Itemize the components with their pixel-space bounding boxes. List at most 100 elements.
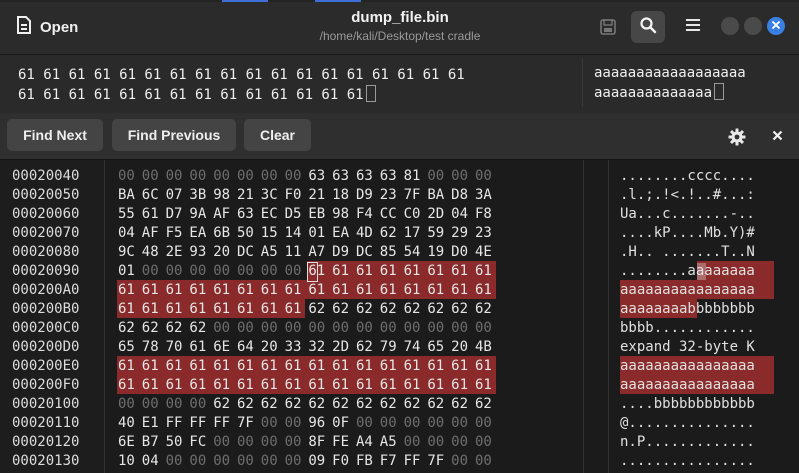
- hex-byte[interactable]: 00: [475, 452, 499, 471]
- hex-byte[interactable]: 62: [285, 395, 309, 414]
- hex-byte[interactable]: 62: [427, 395, 451, 414]
- ascii-row[interactable]: aaaaaaaabbbbbbbb: [620, 300, 755, 319]
- hex-byte[interactable]: 00: [285, 452, 309, 471]
- hex-byte[interactable]: 00: [166, 395, 190, 414]
- hex-byte[interactable]: 6B: [213, 224, 237, 243]
- hex-byte[interactable]: 00: [237, 262, 261, 281]
- hex-byte[interactable]: 61: [142, 357, 166, 376]
- hex-byte[interactable]: 61: [189, 357, 213, 376]
- hex-byte[interactable]: 61: [189, 338, 213, 357]
- hex-byte[interactable]: 6C: [142, 186, 166, 205]
- hex-byte[interactable]: 00: [475, 414, 499, 433]
- hex-byte[interactable]: 00: [261, 319, 285, 338]
- hex-byte[interactable]: F0: [285, 186, 309, 205]
- hex-byte[interactable]: 61: [142, 281, 166, 300]
- hex-byte[interactable]: A5: [261, 243, 285, 262]
- hex-byte[interactable]: 00: [118, 395, 142, 414]
- ascii-row[interactable]: .H.. .......T..N: [620, 243, 755, 262]
- hex-byte[interactable]: 00: [285, 167, 309, 186]
- hex-byte[interactable]: 61: [237, 376, 261, 395]
- hex-byte[interactable]: 61: [451, 357, 475, 376]
- hex-byte[interactable]: 19: [427, 243, 451, 262]
- hex-byte[interactable]: 00: [213, 433, 237, 452]
- hex-byte[interactable]: 61: [142, 376, 166, 395]
- hex-byte[interactable]: 62: [213, 395, 237, 414]
- hex-byte[interactable]: F8: [475, 205, 499, 224]
- hex-byte[interactable]: 61: [356, 357, 380, 376]
- hex-bytes-row[interactable]: 9C 48 2E 93 20 DC A5 11 A7 D9 DC 85 54 19 D0 4E: [118, 243, 499, 262]
- hex-byte[interactable]: 50: [237, 224, 261, 243]
- hex-byte[interactable]: FF: [404, 452, 428, 471]
- hex-byte[interactable]: 61: [189, 376, 213, 395]
- hex-byte[interactable]: BA: [118, 186, 142, 205]
- hex-byte[interactable]: 20: [261, 338, 285, 357]
- hex-byte[interactable]: 61: [189, 300, 213, 319]
- hex-bytes-row[interactable]: 61 61 61 61 61 61 61 61 61 61 61 61 61 61 61 61: [118, 357, 499, 376]
- hex-byte[interactable]: 04: [118, 224, 142, 243]
- hex-byte[interactable]: D9: [332, 243, 356, 262]
- hex-byte[interactable]: 70: [166, 338, 190, 357]
- hex-byte[interactable]: 62: [237, 395, 261, 414]
- hex-byte[interactable]: 62: [142, 319, 166, 338]
- hex-byte[interactable]: FF: [213, 414, 237, 433]
- hex-byte[interactable]: F5: [166, 224, 190, 243]
- hex-byte[interactable]: C0: [404, 205, 428, 224]
- hex-byte[interactable]: 61: [380, 357, 404, 376]
- hex-byte[interactable]: 14: [285, 224, 309, 243]
- hex-byte[interactable]: F7: [380, 452, 404, 471]
- hex-byte[interactable]: 21: [237, 186, 261, 205]
- hex-byte[interactable]: A4: [356, 433, 380, 452]
- hex-byte[interactable]: 61: [356, 262, 380, 281]
- hex-byte[interactable]: 79: [380, 338, 404, 357]
- hex-byte[interactable]: 96: [308, 414, 332, 433]
- hex-byte[interactable]: 00: [213, 262, 237, 281]
- hex-byte[interactable]: 00: [213, 319, 237, 338]
- hex-byte[interactable]: 00: [404, 319, 428, 338]
- hex-byte[interactable]: 00: [166, 452, 190, 471]
- hex-byte[interactable]: 61: [261, 357, 285, 376]
- hex-byte[interactable]: 61: [332, 376, 356, 395]
- hex-byte[interactable]: 61: [261, 300, 285, 319]
- hex-byte[interactable]: 4B: [475, 338, 499, 357]
- hex-byte[interactable]: 00: [118, 167, 142, 186]
- hex-bytes-row[interactable]: 61 61 61 61 61 61 61 61 61 61 61 61 61 61 61 61: [118, 376, 499, 395]
- hex-byte[interactable]: 00: [261, 433, 285, 452]
- hex-byte[interactable]: 61: [380, 281, 404, 300]
- hex-byte[interactable]: 61: [475, 262, 499, 281]
- hex-byte[interactable]: 20: [451, 338, 475, 357]
- hex-bytes-row[interactable]: 40 E1 FF FF FF 7F 00 00 96 0F 00 00 00 00 00 00: [118, 414, 499, 433]
- hex-byte[interactable]: 61: [427, 281, 451, 300]
- hex-byte[interactable]: EB: [308, 205, 332, 224]
- hex-byte[interactable]: 55: [118, 205, 142, 224]
- hex-byte[interactable]: 00: [356, 414, 380, 433]
- hex-byte[interactable]: 61: [118, 357, 142, 376]
- hex-byte[interactable]: 00: [261, 452, 285, 471]
- hex-byte[interactable]: 61: [213, 300, 237, 319]
- hex-byte[interactable]: 62: [404, 395, 428, 414]
- hex-byte[interactable]: 63: [308, 167, 332, 186]
- hex-byte[interactable]: 61: [285, 357, 309, 376]
- hex-byte[interactable]: 00: [166, 262, 190, 281]
- hex-byte[interactable]: 21: [308, 186, 332, 205]
- hex-byte[interactable]: 33: [285, 338, 309, 357]
- hex-byte[interactable]: 61: [451, 262, 475, 281]
- hex-byte[interactable]: 54: [404, 243, 428, 262]
- hex-byte[interactable]: 00: [189, 395, 213, 414]
- hex-byte[interactable]: 07: [166, 186, 190, 205]
- hex-byte[interactable]: 61: [213, 281, 237, 300]
- ascii-row[interactable]: ....bbbbbbbbbbbb: [620, 395, 755, 414]
- hex-byte[interactable]: 61: [380, 262, 404, 281]
- hex-byte[interactable]: 61: [237, 281, 261, 300]
- hex-byte[interactable]: 00: [237, 452, 261, 471]
- hex-byte[interactable]: A5: [380, 433, 404, 452]
- search-hex-input[interactable]: 61 61 61 61 61 61 61 61 61 61 61 61 61 6…: [7, 57, 580, 109]
- hex-byte[interactable]: CC: [380, 205, 404, 224]
- hex-byte[interactable]: 62: [356, 395, 380, 414]
- search-toggle-button[interactable]: [631, 11, 665, 43]
- hex-byte[interactable]: 00: [189, 262, 213, 281]
- hex-byte[interactable]: 00: [285, 262, 309, 281]
- hex-byte[interactable]: 62: [308, 395, 332, 414]
- hex-byte[interactable]: FF: [189, 414, 213, 433]
- ascii-row[interactable]: bbbb............: [620, 319, 755, 338]
- hex-byte[interactable]: 61: [285, 281, 309, 300]
